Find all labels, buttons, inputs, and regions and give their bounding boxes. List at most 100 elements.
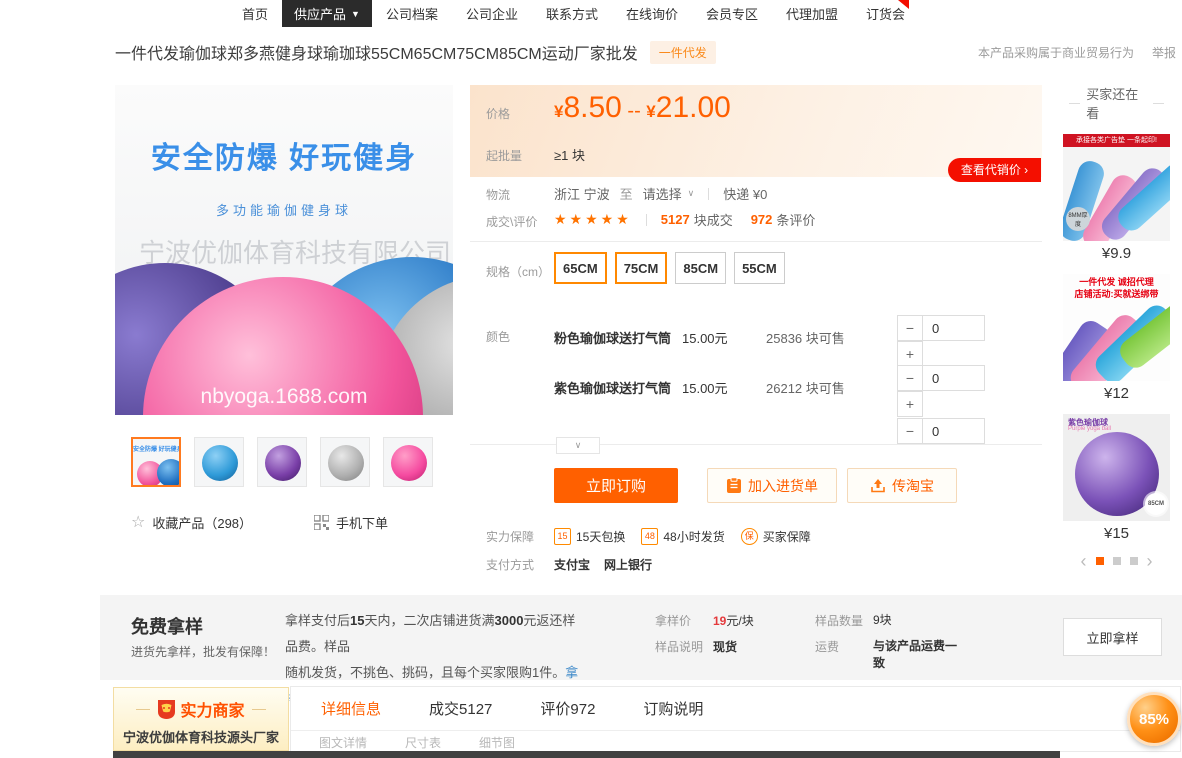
deals-count[interactable]: 5127	[661, 212, 690, 227]
spec-option-65cm[interactable]: 65CM	[554, 252, 607, 284]
tab-order-notes[interactable]: 订购说明	[643, 698, 703, 719]
thumbnail-main[interactable]: 安全防爆 好玩健身	[131, 437, 181, 487]
sku-row-purple: 紫色瑜伽球送打气筒 15.00元 26212 块可售 − +	[554, 358, 1042, 412]
sidebar-item-mat2[interactable]: 一件代发 诚招代理 店铺活动:买就送绑带 ¥12	[1063, 274, 1170, 402]
image-subtitle: 多功能瑜伽健身球	[115, 200, 453, 219]
mobile-order-button[interactable]: 手机下单	[314, 513, 388, 532]
image-watermark-url: nbyoga.1688.com	[115, 385, 453, 409]
subtab-detail-photos[interactable]: 细节图	[479, 734, 515, 751]
thumbnail-pink[interactable]	[383, 437, 433, 487]
pink-ball-thumb	[391, 445, 427, 481]
sample-qty-label: 样品数量	[815, 612, 873, 629]
order-now-button[interactable]: 立即订购	[554, 468, 678, 503]
sku-row-partial: −	[554, 411, 1042, 448]
price-low: 8.50	[563, 91, 621, 124]
desc-amount: 3000	[495, 613, 524, 628]
subtab-size-chart[interactable]: 尺寸表	[405, 734, 441, 751]
mat2-price: ¥12	[1063, 385, 1170, 402]
send-to-taobao-label: 传淘宝	[892, 476, 934, 496]
assurance-15d[interactable]: 15 15天包换	[554, 528, 625, 545]
badge-15-icon: 15	[554, 528, 571, 545]
nav-item-agent-join[interactable]: 代理加盟	[772, 0, 852, 27]
nav-item-products[interactable]: 供应产品 ▼	[282, 0, 372, 27]
thumbnail-silver[interactable]	[320, 437, 370, 487]
subtab-graphic-detail[interactable]: 图文详情	[319, 734, 367, 751]
add-to-purchase-list-button[interactable]: 加入进货单	[707, 468, 837, 503]
prev-arrow-icon[interactable]: ‹	[1081, 556, 1087, 566]
price-label: 价格	[486, 105, 510, 122]
qr-code-icon	[314, 515, 329, 530]
mat2-image: 一件代发 诚招代理 店铺活动:买就送绑带	[1063, 274, 1170, 381]
page-dot-1[interactable]	[1096, 557, 1104, 565]
get-sample-button[interactable]: 立即拿样	[1063, 618, 1162, 656]
nav-item-home[interactable]: 首页	[228, 0, 282, 27]
nav-item-company-archive[interactable]: 公司档案	[372, 0, 452, 27]
thumbnail-blue[interactable]	[194, 437, 244, 487]
tab-reviews[interactable]: 评价972	[540, 698, 595, 719]
sidebar-item-mat1[interactable]: 承接各类广告垫 一条起印! 8MM厚度 ¥9.9	[1063, 134, 1170, 262]
minus-button[interactable]: −	[897, 365, 923, 391]
sku-stock: 25836 块可售	[766, 328, 845, 347]
spec-option-85cm[interactable]: 85CM	[675, 252, 726, 284]
page-dot-2[interactable]	[1113, 557, 1121, 565]
top-nav: 首页 供应产品 ▼ 公司档案 公司企业 联系方式 在线询价 会员专区 代理加盟 …	[228, 0, 919, 27]
send-to-taobao-button[interactable]: 传淘宝	[847, 468, 957, 503]
ball-caption-en: Purple yoga ball	[1068, 426, 1111, 432]
destination-select[interactable]: 请选择	[643, 184, 682, 203]
product-title: 一件代发瑜伽球郑多燕健身球瑜珈球55CM65CM75CM85CM运动厂家批发	[115, 40, 638, 64]
main-product-image[interactable]: 安全防爆 好玩健身 多功能瑜伽健身球 宁波优伽体育科技有限公司 nbyoga.1…	[115, 85, 453, 415]
nav-item-company-enterprise[interactable]: 公司企业	[452, 0, 532, 27]
payment-label: 支付方式	[486, 556, 554, 573]
quantity-input[interactable]	[923, 418, 985, 444]
nav-item-products-label: 供应产品	[294, 4, 346, 23]
nav-item-member-zone[interactable]: 会员专区	[692, 0, 772, 27]
reviews-count[interactable]: 972	[751, 212, 773, 227]
deals-unit: 块成交	[694, 210, 733, 229]
upload-icon	[870, 478, 886, 494]
assurance-buyer[interactable]: 保 买家保障	[741, 528, 811, 545]
sidebar-item-ball[interactable]: 紫色瑜伽球 Purple yoga ball 85CM ¥15	[1063, 414, 1170, 542]
quantity-input[interactable]	[923, 315, 985, 341]
tab-detail-info[interactable]: 详细信息	[321, 698, 381, 719]
minus-button[interactable]: −	[897, 418, 923, 444]
assurance-15d-label: 15天包换	[576, 528, 625, 545]
mat1-banner: 承接各类广告垫 一条起印!	[1063, 134, 1170, 147]
seller-card[interactable]: 实力商家 宁波优伽体育科技源头厂家	[113, 687, 289, 751]
badge-bao-icon: 保	[741, 528, 758, 545]
report-link[interactable]: 举报	[1152, 44, 1176, 61]
consign-price-button[interactable]: 查看代销价 ›	[948, 158, 1041, 182]
quantity-stepper: −	[897, 418, 985, 444]
page-dot-3[interactable]	[1130, 557, 1138, 565]
purple-ball-thumb	[265, 445, 301, 481]
rating-stars[interactable]: ★★★★★	[554, 211, 632, 228]
thumbnail-purple[interactable]	[257, 437, 307, 487]
nav-item-contact[interactable]: 联系方式	[532, 0, 612, 27]
quantity-input[interactable]	[923, 365, 985, 391]
favorite-button[interactable]: ☆ 收藏产品（298）	[131, 512, 252, 532]
next-arrow-icon[interactable]: ›	[1147, 556, 1153, 566]
tab-deals[interactable]: 成交5127	[429, 698, 492, 719]
ball-image: 紫色瑜伽球 Purple yoga ball 85CM	[1063, 414, 1170, 521]
quantity-stepper: − +	[897, 365, 985, 417]
silver-ball-thumb	[328, 445, 364, 481]
expand-sku-button[interactable]: ∨	[556, 437, 600, 454]
nav-item-inquiry[interactable]: 在线询价	[612, 0, 692, 27]
trade-notice: 本产品采购属于商业贸易行为	[978, 44, 1134, 61]
mat2-promo-text: 一件代发 诚招代理 店铺活动:买就送绑带	[1063, 276, 1170, 300]
logistics-origin: 浙江 宁波	[554, 184, 610, 203]
price-separator: --	[622, 100, 646, 122]
desc-text: 天内，二次店铺进货满	[364, 613, 494, 628]
image-headline: 安全防爆 好玩健身	[115, 133, 453, 177]
sku-name: 粉色瑜伽球送打气筒	[554, 328, 671, 347]
divider	[646, 214, 647, 226]
chevron-down-icon[interactable]: ∨	[688, 188, 695, 199]
spec-option-75cm[interactable]: 75CM	[615, 252, 668, 284]
repeat-rate-badge[interactable]: 85%	[1127, 692, 1181, 746]
minus-button[interactable]: −	[897, 315, 923, 341]
moq-value: ≥1 块	[554, 145, 585, 164]
nav-item-order-fair[interactable]: 订货会	[852, 0, 919, 27]
mat2-promo-line2: 店铺活动:买就送绑带	[1063, 288, 1170, 300]
assurance-48h[interactable]: 48 48小时发货	[641, 528, 724, 545]
page: 首页 供应产品 ▼ 公司档案 公司企业 联系方式 在线询价 会员专区 代理加盟 …	[0, 0, 1182, 758]
spec-option-55cm[interactable]: 55CM	[734, 252, 785, 284]
